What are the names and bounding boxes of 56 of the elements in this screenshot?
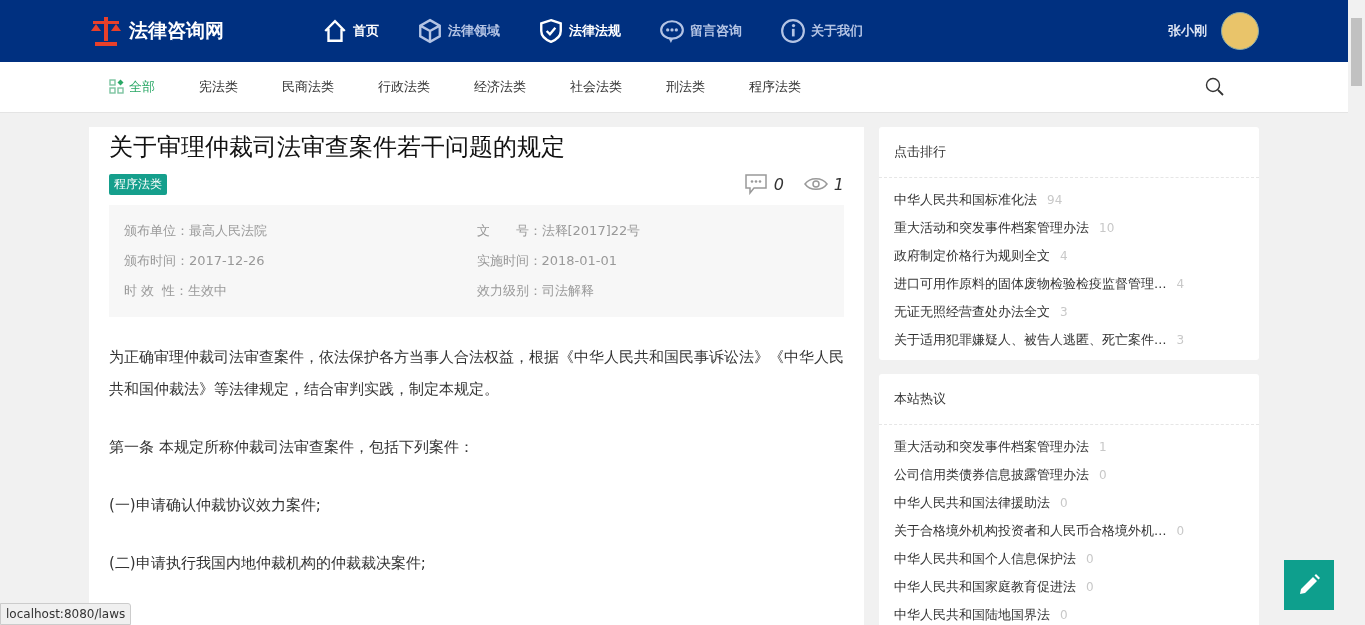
law-link[interactable]: 重大活动和突发事件档案管理办法: [894, 438, 1089, 456]
info-field: 颁布单位：最高人民法院: [124, 223, 477, 239]
article-paragraph: (二)申请执行我国内地仲裁机构的仲裁裁决案件;: [109, 553, 427, 574]
article-paragraph: 第一条 本规定所称仲裁司法审查案件，包括下列案件：: [109, 437, 475, 458]
chat-icon: [659, 18, 685, 44]
law-link[interactable]: 中华人民共和国标准化法: [894, 191, 1037, 209]
card-title: 本站热议: [879, 374, 1259, 425]
category-tab[interactable]: 经济法类: [474, 78, 526, 96]
law-link[interactable]: 关于适用犯罪嫌疑人、被告人逃匿、死亡案件…: [894, 331, 1167, 349]
site-logo-text[interactable]: 法律咨询网: [129, 18, 224, 44]
nav-item[interactable]: 法律法规: [538, 18, 621, 44]
category-tab[interactable]: 民商法类: [282, 78, 334, 96]
category-tab[interactable]: 社会法类: [570, 78, 622, 96]
info-field: 效力级别：司法解释: [476, 283, 829, 299]
law-link[interactable]: 进口可用作原料的固体废物检验检疫监督管理…: [894, 275, 1167, 293]
comment-icon: [743, 173, 768, 195]
eye-icon: [803, 176, 828, 192]
article-paragraph: 为正确审理仲裁司法审查案件，依法保护各方当事人合法权益，根据《中华人民共和国民事诉讼法》《中华人民共和国仲裁法》等法律规定，结合审判实践，制定本规定。: [109, 347, 844, 400]
search-icon[interactable]: [1205, 77, 1225, 97]
cube-icon: [417, 18, 443, 44]
law-link[interactable]: 中华人民共和国家庭教育促进法: [894, 578, 1076, 596]
edit-button[interactable]: [1284, 560, 1334, 610]
grid-icon: [109, 79, 125, 95]
nav-item[interactable]: 留言咨询: [659, 18, 742, 44]
scales-logo-icon: [89, 14, 123, 48]
law-link[interactable]: 政府制定价格行为规则全文: [894, 247, 1050, 265]
comment-count: 0: [773, 174, 784, 194]
law-link[interactable]: 中华人民共和国法律援助法: [894, 494, 1050, 512]
law-link[interactable]: 中华人民共和国个人信息保护法: [894, 550, 1076, 568]
law-link[interactable]: 关于合格境外机构投资者和人民币合格境外机…: [894, 522, 1167, 540]
home-icon: [322, 18, 348, 44]
law-link[interactable]: 无证无照经营查处办法全文: [894, 303, 1050, 321]
category-tab[interactable]: 宪法类: [199, 78, 238, 96]
category-tab[interactable]: 刑法类: [666, 78, 705, 96]
nav-item[interactable]: 法律领域: [417, 18, 500, 44]
law-link[interactable]: 重大活动和突发事件档案管理办法: [894, 219, 1089, 237]
category-tab[interactable]: 程序法类: [749, 78, 801, 96]
avatar[interactable]: [1221, 12, 1259, 50]
article-title: 关于审理仲裁司法审查案件若干问题的规定: [109, 132, 566, 163]
law-link[interactable]: 公司信用类债券信息披露管理办法: [894, 466, 1089, 484]
info-field: 颁布时间：2017-12-26: [124, 253, 477, 269]
shield-icon: [538, 18, 564, 44]
law-link[interactable]: 中华人民共和国陆地国界法: [894, 606, 1050, 624]
nav-item[interactable]: 首页: [322, 18, 379, 44]
info-field: 实施时间：2018-01-01: [476, 253, 829, 269]
article-paragraph: (一)申请确认仲裁协议效力案件;: [109, 495, 322, 516]
info-icon: [780, 18, 806, 44]
info-field: 文 号：法释[2017]22号: [476, 223, 829, 239]
category-tab[interactable]: 行政法类: [378, 78, 430, 96]
user-name[interactable]: 张小刚: [1168, 22, 1207, 40]
card-title: 点击排行: [879, 127, 1259, 178]
nav-item[interactable]: 关于我们: [780, 18, 863, 44]
view-count: 1: [833, 174, 844, 194]
status-url: localhost:8080/laws: [0, 603, 132, 625]
info-field: 时 效 性：生效中: [124, 283, 477, 299]
scrollbar-thumb[interactable]: [1351, 18, 1362, 86]
